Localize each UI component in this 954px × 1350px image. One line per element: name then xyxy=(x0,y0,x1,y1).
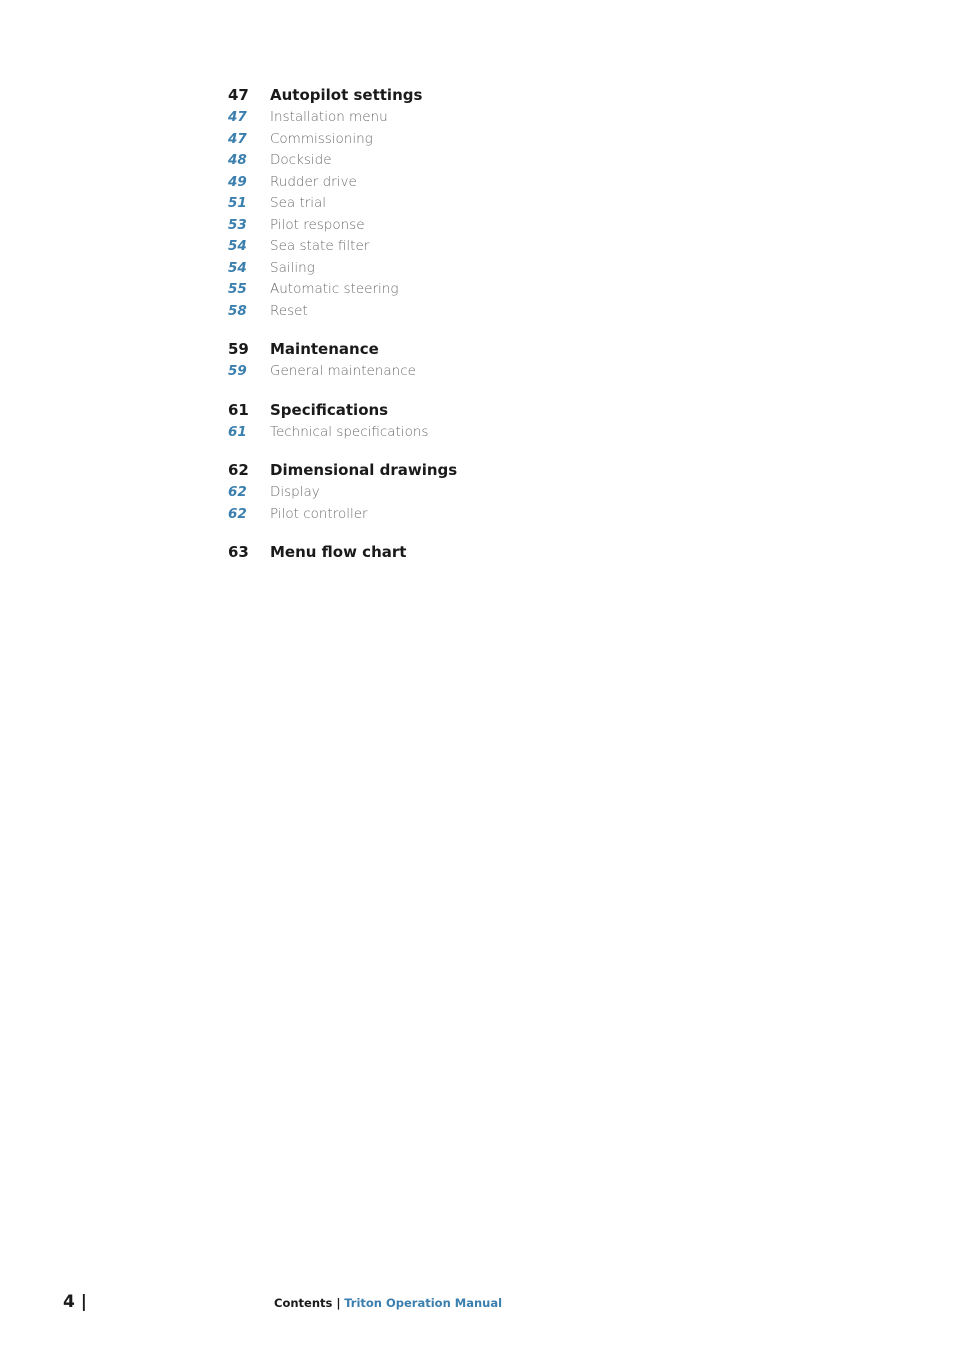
toc-title: Sea state filter xyxy=(270,238,370,254)
toc-title: Display xyxy=(270,484,320,500)
toc-page-number: 54 xyxy=(228,238,247,254)
toc-entry[interactable]: 47 Commissioning xyxy=(228,131,628,153)
toc-title: Dockside xyxy=(270,152,332,168)
toc-entry[interactable]: 62 Display xyxy=(228,484,628,506)
toc-page-number: 59 xyxy=(228,363,247,379)
footer-section: Contents | xyxy=(274,1296,341,1310)
toc-page-number: 47 xyxy=(228,86,249,104)
toc-page-number: 47 xyxy=(228,130,247,147)
toc-entry[interactable]: 61 Technical specifications xyxy=(228,424,628,446)
toc-title: Automatic steering xyxy=(270,281,399,297)
toc-section: 61 Specifications 61 Technical specificatio… xyxy=(228,401,628,446)
toc-page-number: 61 xyxy=(228,423,247,440)
toc-section: 47 Autopilot settings 47 Installation menu 4… xyxy=(228,86,628,324)
toc-title: Maintenance xyxy=(270,340,379,358)
toc-title: Commissioning xyxy=(270,130,373,147)
page-number: 4 | xyxy=(63,1292,87,1312)
toc-title: Sea trial xyxy=(270,195,327,211)
toc-page-number: 48 xyxy=(228,152,247,168)
toc-entry[interactable]: 49 Rudder drive xyxy=(228,174,628,196)
toc-title: Pilot controller xyxy=(270,505,368,522)
toc-title: Rudder drive xyxy=(270,173,357,190)
toc-entry[interactable]: 58 Reset xyxy=(228,303,628,325)
toc-page-number: 59 xyxy=(228,340,249,358)
toc-title: Autopilot settings xyxy=(270,86,423,104)
toc-heading[interactable]: 63 Menu flow chart xyxy=(228,543,628,566)
toc-entry[interactable]: 54 Sailing xyxy=(228,260,628,282)
toc-entry[interactable]: 53 Pilot response xyxy=(228,217,628,239)
toc-page-number: 62 xyxy=(228,505,247,522)
toc-title: Specifications xyxy=(270,400,389,419)
toc-heading[interactable]: 62 Dimensional drawings xyxy=(228,461,628,484)
toc-title: Dimensional drawings xyxy=(270,461,458,479)
toc-heading[interactable]: 59 Maintenance xyxy=(228,340,628,363)
toc-page-number: 62 xyxy=(228,484,247,500)
toc-entry[interactable]: 55 Automatic steering xyxy=(228,281,628,303)
table-of-contents: 47 Autopilot settings 47 Installation menu 4… xyxy=(228,86,628,582)
toc-page-number: 61 xyxy=(228,400,249,419)
footer-manual-title: Triton Operation Manual xyxy=(344,1296,503,1310)
toc-entry[interactable]: 54 Sea state filter xyxy=(228,238,628,260)
toc-page-number: 62 xyxy=(228,461,249,479)
toc-title: Sailing xyxy=(270,259,315,276)
toc-entry[interactable]: 62 Pilot controller xyxy=(228,506,628,528)
toc-page-number: 55 xyxy=(228,281,247,297)
toc-entry[interactable]: 48 Dockside xyxy=(228,152,628,174)
toc-page-number: 54 xyxy=(228,259,247,276)
toc-title: Reset xyxy=(270,302,308,319)
toc-page-number: 58 xyxy=(228,302,247,319)
toc-title: Menu flow chart xyxy=(270,543,407,561)
toc-section: 59 Maintenance 59 General maintenance xyxy=(228,340,628,385)
toc-section: 63 Menu flow chart xyxy=(228,543,628,566)
toc-title: Technical specifications xyxy=(270,423,429,440)
toc-title: Pilot response xyxy=(270,216,365,233)
toc-entry[interactable]: 59 General maintenance xyxy=(228,363,628,385)
toc-entry[interactable]: 47 Installation menu xyxy=(228,109,628,131)
toc-page-number: 51 xyxy=(228,195,247,211)
toc-page-number: 49 xyxy=(228,173,247,190)
toc-heading[interactable]: 61 Specifications xyxy=(228,401,628,424)
toc-title: Installation menu xyxy=(270,109,388,125)
toc-title: General maintenance xyxy=(270,363,416,379)
footer: Contents | Triton Operation Manual xyxy=(274,1296,502,1310)
toc-page-number: 47 xyxy=(228,109,247,125)
toc-page-number: 63 xyxy=(228,543,249,561)
toc-section: 62 Dimensional drawings 62 Display 62 Pilot c… xyxy=(228,461,628,527)
toc-page-number: 53 xyxy=(228,216,247,233)
toc-entry[interactable]: 51 Sea trial xyxy=(228,195,628,217)
toc-heading[interactable]: 47 Autopilot settings xyxy=(228,86,628,109)
